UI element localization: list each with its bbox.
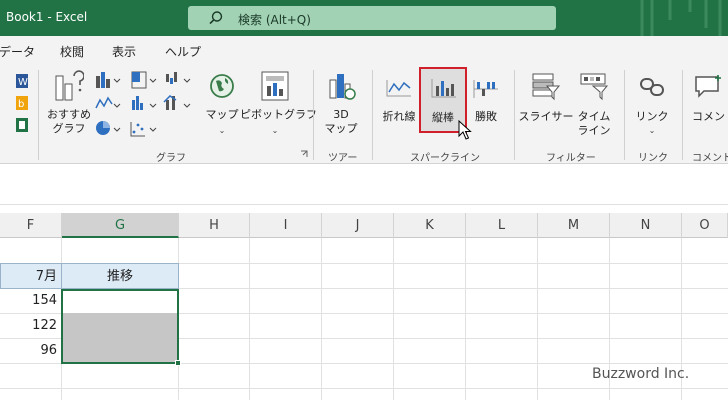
scatter-chart-icon — [130, 122, 157, 137]
column-headers: F G H I J K L M N O — [0, 213, 728, 238]
tab-view[interactable]: 表示 — [112, 43, 136, 60]
timeline-label-1: タイム — [577, 110, 611, 123]
chevron-down-icon: ⌄ — [218, 126, 226, 135]
watermark: Buzzword Inc. — [592, 366, 690, 382]
sparkline-line-button[interactable]: 折れ線 — [380, 68, 418, 132]
column-header-f[interactable]: F — [0, 213, 62, 238]
svg-text:W: W — [18, 77, 28, 88]
link-icon — [640, 78, 664, 96]
slicer-label: スライサー — [518, 110, 574, 123]
tour-group-label: ツアー — [328, 153, 358, 164]
statistic-chart-icon — [132, 96, 157, 110]
svg-text:b: b — [18, 99, 24, 110]
sparkline-line-label: 折れ線 — [382, 110, 416, 123]
waterfall-chart-icon — [166, 72, 191, 84]
addins-icons: W b — [16, 74, 28, 132]
map-button[interactable]: マップ ⌄ — [204, 68, 240, 144]
pivot-chart-label: ピボットグラフ — [240, 108, 317, 121]
globe-icon — [210, 74, 234, 98]
window-title: Book1 - Excel — [6, 10, 88, 24]
recommended-label-2: グラフ — [52, 122, 86, 135]
recommended-charts-button[interactable]: おすすめ グラフ — [44, 68, 94, 144]
comment-label: コメント — [692, 110, 728, 123]
dialog-launcher-icon[interactable] — [300, 150, 309, 159]
chevron-down-icon: ⌄ — [271, 126, 279, 135]
column-chart-icon — [96, 72, 121, 88]
tab-review[interactable]: 校閲 — [60, 43, 84, 60]
comment-button[interactable]: コメント — [688, 68, 728, 132]
chart-group-label: グラフ — [156, 153, 186, 164]
map-label: マップ — [205, 108, 239, 121]
recommended-chart-icon — [55, 70, 84, 101]
cell-g-header[interactable]: 推移 — [61, 263, 179, 289]
timeline-label-2: ライン — [577, 124, 611, 137]
combo-chart-icon — [163, 95, 191, 110]
pie-chart-icon — [96, 121, 121, 135]
grid-line — [0, 388, 728, 389]
link-button[interactable]: リンク ⌄ — [630, 68, 674, 144]
titlebar-decoration — [640, 0, 722, 36]
search-box[interactable]: 検索 (Alt+Q) — [188, 6, 556, 30]
line-chart-icon — [95, 96, 121, 109]
formula-bar-area — [0, 165, 728, 205]
sparkline-winloss-button[interactable]: 勝敗 — [468, 68, 504, 132]
3d-map-button[interactable]: 3D マップ — [318, 68, 364, 144]
column-header-l[interactable]: L — [466, 213, 538, 238]
timeline-icon — [580, 73, 609, 101]
search-placeholder: 検索 (Alt+Q) — [238, 13, 311, 27]
sparkline-column-icon — [431, 79, 456, 98]
cell-f-value-2[interactable]: 122 — [0, 313, 61, 338]
comment-group-label: コメント — [692, 153, 728, 164]
link-group-label: リンク — [638, 153, 668, 164]
column-header-k[interactable]: K — [394, 213, 466, 238]
fill-handle[interactable] — [175, 360, 181, 366]
link-label: リンク — [635, 110, 669, 123]
cell-f-header[interactable]: 7月 — [0, 263, 62, 289]
sparkline-group-label: スパークライン — [410, 153, 480, 164]
cell-f-value-1[interactable]: 154 — [0, 288, 61, 313]
ribbon-tabs: データ 校閲 表示 ヘルプ — [0, 36, 728, 64]
3d-map-label-2: マップ — [324, 122, 358, 135]
recommended-label-1: おすすめ — [47, 108, 91, 121]
slicer-button[interactable]: スライサー — [518, 68, 574, 132]
tab-data[interactable]: データ — [0, 43, 35, 60]
title-bar: Book1 - Excel 検索 (Alt+Q) — [0, 0, 728, 36]
column-header-o[interactable]: O — [682, 213, 728, 238]
selection-border[interactable] — [61, 289, 179, 364]
column-header-j[interactable]: J — [322, 213, 394, 238]
slicer-icon — [532, 73, 561, 101]
timeline-button[interactable]: タイム ライン — [574, 68, 614, 144]
chevron-down-icon: ⌄ — [648, 126, 656, 135]
sparkline-line-icon — [386, 80, 411, 97]
separator — [372, 70, 373, 160]
ribbon: W b おすすめ グラフ マップ ⌄ ピボットグラフ ⌄ グラフ 3D マップ … — [0, 64, 728, 164]
chart-type-icons — [95, 71, 191, 137]
column-header-i[interactable]: I — [250, 213, 322, 238]
column-header-m[interactable]: M — [538, 213, 610, 238]
comment-icon — [695, 75, 721, 98]
filter-group-label: フィルター — [546, 153, 596, 164]
tab-help[interactable]: ヘルプ — [165, 43, 201, 60]
separator — [682, 70, 683, 160]
column-header-g[interactable]: G — [62, 213, 179, 238]
sparkline-winloss-label: 勝敗 — [475, 110, 497, 123]
column-header-n[interactable]: N — [610, 213, 682, 238]
pivot-chart-button[interactable]: ピボットグラフ ⌄ — [240, 68, 317, 144]
3d-map-label-1: 3D — [333, 108, 349, 121]
cell-f-value-3[interactable]: 96 — [0, 338, 61, 363]
3d-map-icon — [329, 74, 356, 100]
sparkline-winloss-icon — [473, 80, 498, 98]
separator — [624, 70, 625, 160]
pivot-chart-icon — [261, 71, 289, 101]
hierarchy-chart-icon — [131, 71, 157, 89]
separator — [313, 70, 314, 160]
search-icon — [209, 11, 223, 25]
column-header-h[interactable]: H — [179, 213, 250, 238]
